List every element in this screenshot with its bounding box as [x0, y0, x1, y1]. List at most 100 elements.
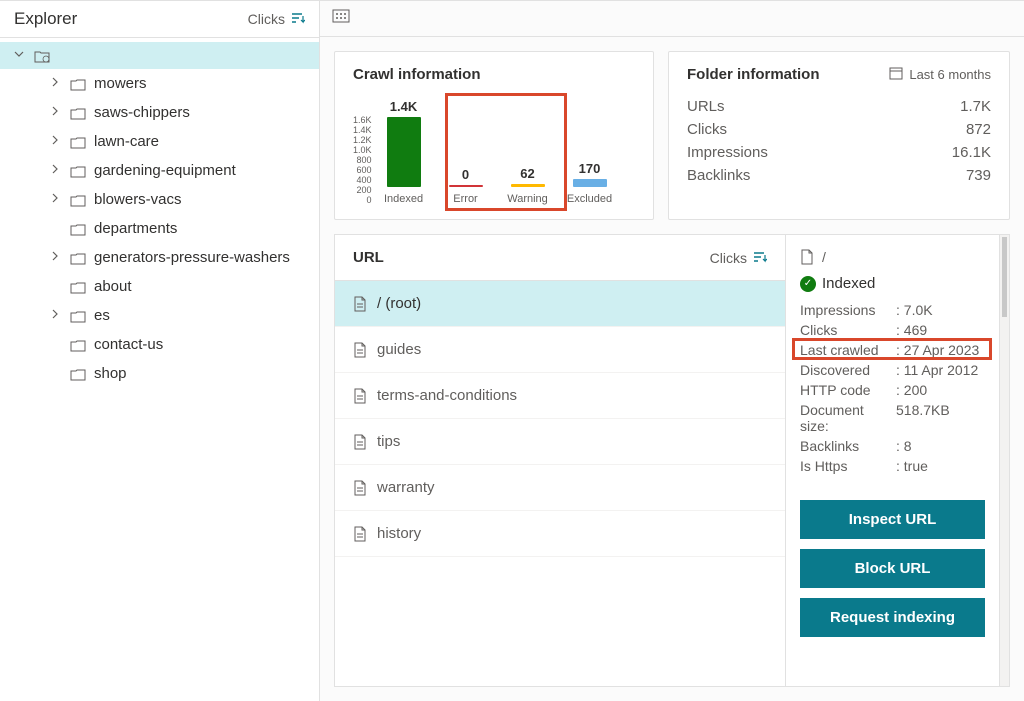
chevron-down-icon	[12, 48, 26, 63]
stat-label: Clicks	[687, 121, 727, 138]
detail-row-clicks: Clicks469	[800, 320, 985, 340]
detail-row-backlinks: Backlinks8	[800, 436, 985, 456]
folder-icon	[70, 106, 86, 120]
sidebar-item-label: lawn-care	[94, 133, 159, 150]
detail-row-impressions: Impressions7.0K	[800, 300, 985, 320]
detail-status: ✓ Indexed	[800, 275, 985, 292]
detail-value: 469	[896, 322, 927, 338]
sidebar-item-label: contact-us	[94, 336, 163, 353]
stat-value: 872	[966, 121, 991, 138]
url-item-label: tips	[377, 433, 400, 450]
stat-row-urls: URLs1.7K	[687, 95, 991, 118]
chart-bar-error[interactable]: 0Error	[442, 167, 490, 205]
sidebar-item-generators-pressure-washers[interactable]: generators-pressure-washers	[0, 243, 319, 272]
detail-value: true	[896, 458, 928, 474]
detail-key: Impressions	[800, 302, 896, 318]
explorer-sort[interactable]: Clicks	[248, 11, 305, 27]
url-item[interactable]: history	[335, 511, 785, 557]
status-ok-icon: ✓	[800, 276, 816, 292]
bar	[511, 184, 545, 187]
bar	[387, 117, 421, 187]
url-item[interactable]: guides	[335, 327, 785, 373]
sidebar-item-es[interactable]: es	[0, 301, 319, 330]
detail-row-discovered: Discovered11 Apr 2012	[800, 360, 985, 380]
sidebar-item-contact-us[interactable]: contact-us	[0, 330, 319, 359]
url-item-label: guides	[377, 341, 421, 358]
sidebar-item-label: shop	[94, 365, 127, 382]
sidebar-item-label: blowers-vacs	[94, 191, 182, 208]
chevron-right-icon	[48, 308, 62, 323]
calendar-icon	[889, 66, 903, 83]
detail-status-label: Indexed	[822, 275, 875, 292]
url-detail-panel: / ✓ Indexed Impressions7.0KClicks469Last…	[785, 234, 1000, 687]
url-list: / (root) guides terms-and-conditions tips wa…	[335, 281, 785, 557]
sidebar-item-shop[interactable]: shop	[0, 359, 319, 388]
sidebar-item-label: about	[94, 278, 132, 295]
folder-icon	[70, 222, 86, 236]
chevron-right-icon	[48, 250, 62, 265]
chart-bar-excluded[interactable]: 170Excluded	[566, 161, 614, 206]
sort-desc-icon	[291, 11, 305, 27]
sidebar-item-label: es	[94, 307, 110, 324]
url-item-label: history	[377, 525, 421, 542]
bar-category: Indexed	[384, 193, 423, 205]
main-toolbar	[320, 1, 1024, 37]
chart-bars: 1.4K Indexed 0Error 62Warning 170Excluded	[380, 95, 614, 205]
url-item[interactable]: warranty	[335, 465, 785, 511]
sidebar-item-label: generators-pressure-washers	[94, 249, 290, 266]
detail-key: HTTP code	[800, 382, 896, 398]
detail-row-document-size: Document size: 518.7KB	[800, 400, 985, 436]
sidebar-item-about[interactable]: about	[0, 272, 319, 301]
url-list-header: URL Clicks	[335, 235, 785, 281]
folder-icon	[70, 77, 86, 91]
action-request-indexing[interactable]: Request indexing	[800, 598, 985, 637]
sidebar-item-mowers[interactable]: mowers	[0, 69, 319, 98]
stat-row-clicks: Clicks 872	[687, 118, 991, 141]
sidebar-item-blowers-vacs[interactable]: blowers-vacs	[0, 185, 319, 214]
main-content: Crawl information 1.6K1.4K1.2K1.0K800600…	[320, 1, 1024, 701]
chart-bar-warning[interactable]: 62Warning	[504, 166, 552, 205]
scrollbar[interactable]	[1000, 234, 1010, 687]
explorer-header: Explorer Clicks	[0, 1, 319, 38]
chart-bar-indexed[interactable]: 1.4K Indexed	[380, 99, 428, 205]
file-icon	[800, 249, 814, 265]
url-sort[interactable]: Clicks	[710, 250, 767, 266]
bar	[573, 179, 607, 188]
bar-value: 1.4K	[390, 99, 417, 115]
detail-row-last-crawled: Last crawled27 Apr 2023	[800, 340, 985, 360]
detail-value: 7.0K	[896, 302, 933, 318]
sidebar-item-label: departments	[94, 220, 177, 237]
tree-root[interactable]	[0, 42, 319, 69]
stat-row-impressions: Impressions16.1K	[687, 141, 991, 164]
explorer-title: Explorer	[14, 9, 77, 29]
timeframe-selector[interactable]: Last 6 months	[889, 66, 991, 83]
sidebar-item-lawn-care[interactable]: lawn-care	[0, 127, 319, 156]
detail-key: Is Https	[800, 458, 896, 474]
folder-icon	[70, 280, 86, 294]
url-item[interactable]: / (root)	[335, 281, 785, 327]
stat-label: URLs	[687, 98, 725, 115]
sidebar-item-gardening-equipment[interactable]: gardening-equipment	[0, 156, 319, 185]
url-item[interactable]: terms-and-conditions	[335, 373, 785, 419]
file-icon	[353, 388, 367, 404]
action-block-url[interactable]: Block URL	[800, 549, 985, 588]
stat-label: Backlinks	[687, 167, 750, 184]
crawl-chart: 1.6K1.4K1.2K1.0K8006004002000 1.4KIndexe…	[353, 95, 635, 205]
sidebar-item-label: mowers	[94, 75, 147, 92]
detail-key: Backlinks	[800, 438, 896, 454]
url-item-label: / (root)	[377, 295, 421, 312]
file-icon	[353, 480, 367, 496]
stat-row-backlinks: Backlinks 739	[687, 164, 991, 187]
folder-icon	[70, 193, 86, 207]
detail-path: /	[822, 249, 826, 265]
stat-value: 739	[966, 167, 991, 184]
sidebar-item-saws-chippers[interactable]: saws-chippers	[0, 98, 319, 127]
grid-view-icon[interactable]	[332, 10, 350, 27]
url-item-label: terms-and-conditions	[377, 387, 517, 404]
stat-label: Impressions	[687, 144, 768, 161]
detail-key: Last crawled	[800, 342, 896, 358]
folder-icon	[70, 338, 86, 352]
url-item[interactable]: tips	[335, 419, 785, 465]
action-inspect-url[interactable]: Inspect URL	[800, 500, 985, 539]
sidebar-item-departments[interactable]: departments	[0, 214, 319, 243]
